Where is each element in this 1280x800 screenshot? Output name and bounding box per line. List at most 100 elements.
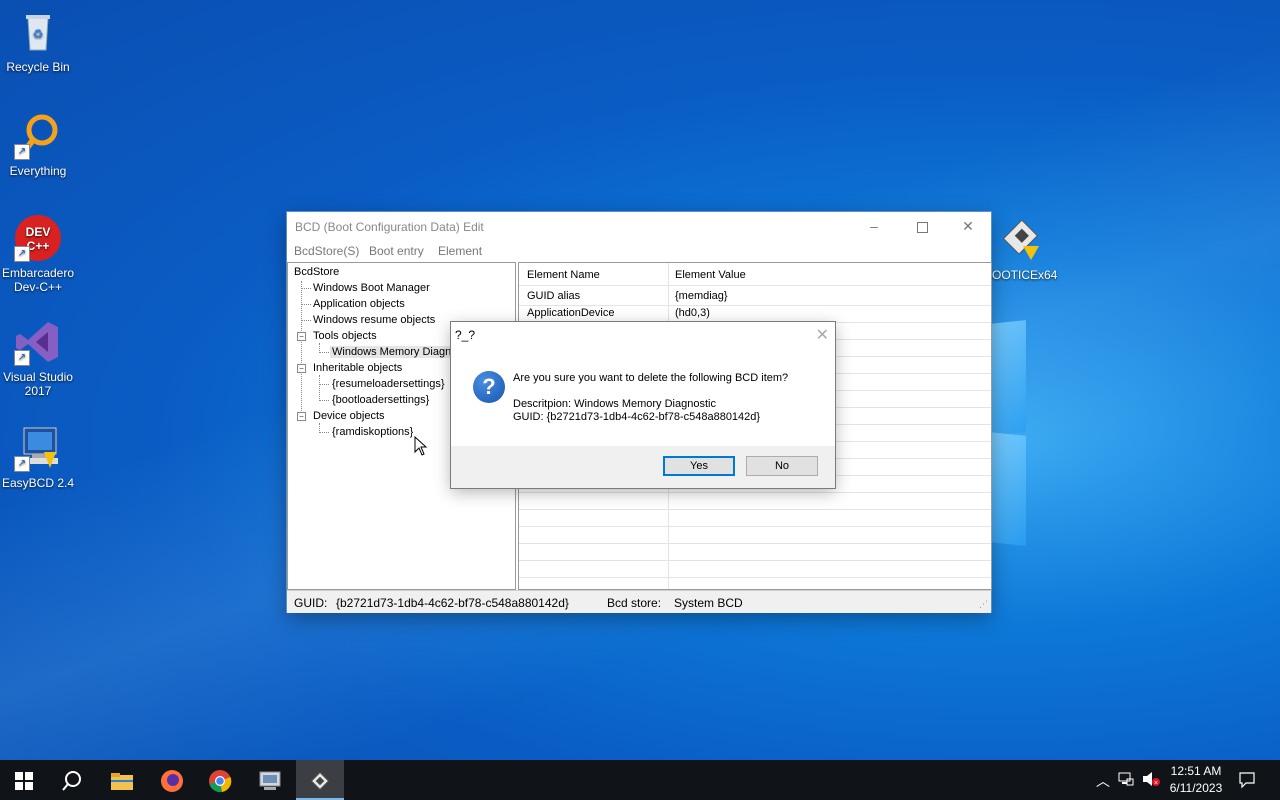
taskbar-firefox[interactable] bbox=[148, 760, 196, 800]
shortcut-arrow-icon: ↗ bbox=[14, 246, 30, 262]
desktop-icon-everything[interactable]: ↗ Everything bbox=[0, 112, 76, 178]
easybcd-icon: ↗ bbox=[14, 424, 62, 472]
volume-muted-icon[interactable]: × bbox=[1142, 771, 1160, 790]
svg-text:DEV: DEV bbox=[26, 225, 51, 239]
collapse-icon[interactable]: − bbox=[297, 332, 306, 341]
svg-text:×: × bbox=[1154, 780, 1158, 787]
start-icon bbox=[15, 772, 33, 791]
maximize-button[interactable] bbox=[899, 212, 945, 240]
tree-item-windows-memory-diagnostic[interactable]: Windows Memory Diagno bbox=[330, 346, 460, 358]
element-name-cell: ApplicationDevice bbox=[527, 307, 615, 319]
windows-logo-wallpaper bbox=[990, 310, 1230, 580]
status-store-label: Bcd store: bbox=[607, 596, 662, 610]
close-icon: ✕ bbox=[815, 327, 829, 344]
search-button[interactable] bbox=[48, 760, 96, 800]
minimize-button[interactable]: – bbox=[851, 212, 897, 240]
show-hidden-icons-chevron-icon[interactable]: ︿ bbox=[1096, 771, 1110, 791]
shortcut-arrow-icon: ↗ bbox=[14, 144, 30, 160]
dialog-description: Descritpion: Windows Memory Diagnostic bbox=[513, 398, 716, 410]
tree-item-windows-boot-manager[interactable]: Windows Boot Manager bbox=[313, 282, 430, 294]
tree-item-tools-objects[interactable]: Tools objects bbox=[313, 330, 377, 342]
desktop-icon-easybcd[interactable]: ↗ EasyBCD 2.4 bbox=[0, 424, 76, 490]
everything-search-icon: ↗ bbox=[14, 112, 62, 160]
resize-grip-icon[interactable]: ⋰ bbox=[979, 599, 988, 610]
yes-button[interactable]: Yes bbox=[663, 456, 735, 476]
status-guid-label: GUID: bbox=[294, 596, 328, 610]
action-center-notification-icon[interactable] bbox=[1238, 771, 1256, 792]
menu-element[interactable]: Element bbox=[438, 244, 482, 258]
close-icon: ✕ bbox=[962, 218, 974, 234]
visual-studio-icon: ↗ bbox=[14, 318, 62, 366]
status-bar: GUID: {b2721d73-1db4-4c62-bf78-c548a8801… bbox=[287, 590, 991, 613]
status-guid-value: {b2721d73-1db4-4c62-bf78-c548a880142d} bbox=[336, 596, 569, 610]
status-store-value: System BCD bbox=[674, 596, 743, 610]
bootice-app-icon bbox=[310, 772, 330, 791]
tree-item-resumeloadersettings[interactable]: {resumeloadersettings} bbox=[332, 378, 445, 390]
taskbar-pc-app[interactable] bbox=[246, 760, 294, 800]
shortcut-arrow-icon: ↗ bbox=[14, 456, 30, 472]
menu-boot-entry[interactable]: Boot entry bbox=[369, 244, 424, 258]
menu-bar: BcdStore(S) Boot entry Element bbox=[287, 240, 991, 262]
network-icon[interactable] bbox=[1118, 771, 1134, 790]
desktop-icon-label: Embarcadero Dev-C++ bbox=[1, 266, 75, 294]
no-button[interactable]: No bbox=[746, 456, 818, 476]
recycle-bin-icon: ♻ bbox=[14, 8, 62, 56]
collapse-icon[interactable]: − bbox=[297, 412, 306, 421]
chrome-icon bbox=[209, 770, 232, 793]
bootice-icon bbox=[995, 216, 1043, 264]
dev-cpp-icon: DEV C++ ↗ bbox=[14, 214, 62, 262]
clock-date[interactable]: 6/11/2023 bbox=[1166, 781, 1226, 795]
desktop-icon-bootice[interactable]: BOOTICEx64 bbox=[984, 216, 1058, 282]
dialog-message: Are you sure you want to delete the foll… bbox=[513, 372, 789, 384]
menu-bcdstore[interactable]: BcdStore(S) bbox=[294, 244, 359, 258]
desktop-icon-label: Visual Studio 2017 bbox=[3, 370, 73, 398]
tree-item-bcdstore[interactable]: BcdStore bbox=[294, 266, 339, 278]
tree-item-device-objects[interactable]: Device objects bbox=[313, 410, 385, 422]
desktop-icon-dev-cpp[interactable]: DEV C++ ↗ Embarcadero Dev-C++ bbox=[0, 214, 76, 294]
start-button[interactable] bbox=[0, 760, 48, 800]
tree-item-bootloadersettings[interactable]: {bootloadersettings} bbox=[332, 394, 429, 406]
taskbar: ︿ × 12:51 AM 6/11/2023 bbox=[0, 760, 1280, 800]
minimize-icon: – bbox=[870, 218, 878, 234]
tree-item-inheritable-objects[interactable]: Inheritable objects bbox=[313, 362, 402, 374]
close-button[interactable]: ✕ bbox=[945, 212, 991, 240]
maximize-icon bbox=[916, 221, 928, 233]
element-name-cell: GUID alias bbox=[527, 290, 581, 302]
dialog-guid: GUID: {b2721d73-1db4-4c62-bf78-c548a8801… bbox=[513, 411, 761, 423]
taskbar-bootice[interactable] bbox=[296, 760, 344, 800]
element-value-cell: {memdiag} bbox=[675, 290, 728, 302]
grid-header: Element Name Element Value bbox=[519, 265, 991, 286]
dialog-close-button[interactable]: ✕ bbox=[816, 325, 829, 345]
tree-item-application-objects[interactable]: Application objects bbox=[313, 298, 405, 310]
window-titlebar[interactable]: BCD (Boot Configuration Data) Edit – ✕ bbox=[287, 212, 991, 240]
taskbar-file-explorer[interactable] bbox=[98, 760, 146, 800]
file-explorer-icon bbox=[111, 773, 133, 791]
clock-time[interactable]: 12:51 AM bbox=[1166, 764, 1226, 778]
table-row[interactable]: GUID alias {memdiag} bbox=[519, 289, 991, 306]
tree-item-ramdiskoptions[interactable]: {ramdiskoptions} bbox=[332, 426, 413, 438]
element-value-cell: (hd0,3) bbox=[675, 307, 710, 319]
confirm-delete-dialog: ?_? ✕ ? Are you sure you want to delete … bbox=[451, 322, 835, 488]
table-row[interactable]: ApplicationDevice (hd0,3) bbox=[519, 306, 991, 323]
dialog-title: ?_? bbox=[455, 328, 476, 342]
mouse-cursor-icon bbox=[414, 436, 428, 456]
question-icon: ? bbox=[473, 371, 505, 403]
desktop-icon-recycle-bin[interactable]: ♻ Recycle Bin bbox=[0, 8, 76, 74]
tree-item-windows-resume-objects[interactable]: Windows resume objects bbox=[313, 314, 435, 326]
dialog-footer: Yes No bbox=[451, 446, 835, 488]
desktop-icon-label: BOOTICEx64 bbox=[984, 268, 1058, 282]
desktop-icon-label: Recycle Bin bbox=[6, 60, 70, 74]
svg-text:♻: ♻ bbox=[33, 27, 44, 41]
firefox-icon bbox=[161, 770, 183, 793]
desktop-icon-label: EasyBCD 2.4 bbox=[1, 476, 75, 490]
column-header-element-value[interactable]: Element Value bbox=[675, 269, 746, 281]
search-icon bbox=[62, 771, 81, 791]
svg-text:C++: C++ bbox=[27, 239, 50, 253]
desktop-icon-visual-studio[interactable]: ↗ Visual Studio 2017 bbox=[0, 318, 76, 398]
column-header-element-name[interactable]: Element Name bbox=[527, 269, 600, 281]
taskbar-chrome[interactable] bbox=[196, 760, 244, 800]
pc-app-icon bbox=[259, 771, 281, 791]
collapse-icon[interactable]: − bbox=[297, 364, 306, 373]
shortcut-arrow-icon: ↗ bbox=[14, 350, 30, 366]
window-title: BCD (Boot Configuration Data) Edit bbox=[295, 220, 484, 234]
